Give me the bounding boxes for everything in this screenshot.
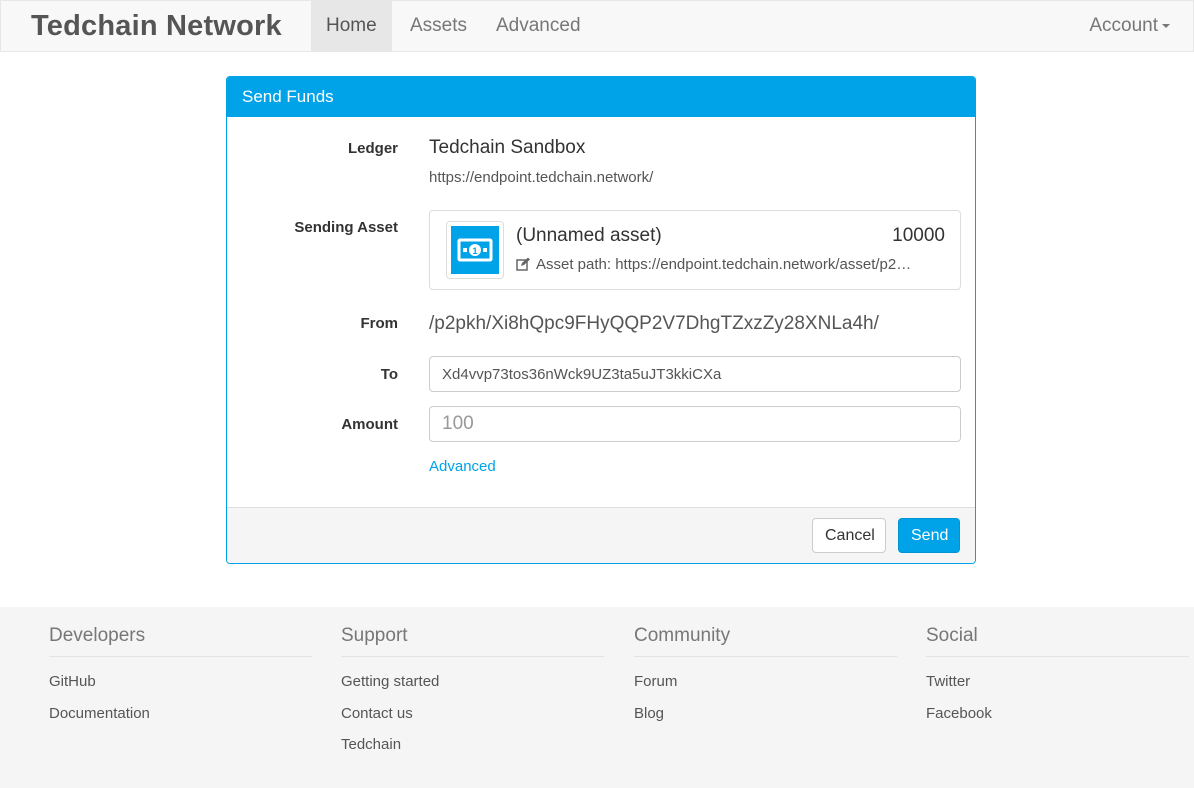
cancel-button[interactable]: Cancel: [812, 518, 886, 553]
ledger-label: Ledger: [347, 140, 398, 157]
footer-link-facebook[interactable]: Facebook: [926, 705, 1189, 737]
top-navbar: Tedchain Network Home Assets Advanced Ac…: [0, 0, 1194, 52]
banknote-icon: 1: [451, 226, 499, 274]
edit-icon: [516, 257, 530, 271]
footer-column-support: Support Getting started Contact us Tedch…: [341, 625, 604, 768]
footer-column-community: Community Forum Blog: [634, 625, 897, 736]
asset-card[interactable]: 1 (Unnamed asset) 10000 Asset path: http…: [429, 210, 961, 290]
asset-path-text: Asset path: https://endpoint.tedchain.ne…: [536, 256, 912, 273]
to-label: To: [380, 366, 398, 383]
footer-heading: Community: [634, 625, 897, 657]
footer-link-getting-started[interactable]: Getting started: [341, 673, 604, 705]
asset-path: Asset path: https://endpoint.tedchain.ne…: [516, 256, 911, 273]
footer-heading: Social: [926, 625, 1189, 657]
nav-assets[interactable]: Assets: [395, 1, 482, 51]
nav-advanced[interactable]: Advanced: [481, 1, 596, 51]
brand-logo[interactable]: Tedchain Network: [31, 10, 282, 43]
footer-link-contact-us[interactable]: Contact us: [341, 705, 604, 737]
asset-name: (Unnamed asset): [516, 225, 662, 246]
caret-down-icon: [1162, 23, 1170, 28]
from-label: From: [360, 315, 399, 332]
sending-asset-label: Sending Asset: [294, 219, 398, 236]
footer-link-github[interactable]: GitHub: [49, 673, 312, 705]
svg-text:1: 1: [472, 246, 477, 256]
send-button[interactable]: Send: [898, 518, 960, 553]
advanced-link[interactable]: Advanced: [429, 458, 496, 475]
account-label: Account: [1089, 15, 1158, 36]
panel-footer: Cancel Send: [227, 507, 975, 563]
amount-label: Amount: [341, 416, 398, 433]
panel-title: Send Funds: [227, 77, 975, 117]
send-funds-panel: Send Funds Ledger Tedchain Sandbox https…: [226, 76, 976, 564]
asset-thumbnail: 1: [446, 221, 504, 279]
ledger-name: Tedchain Sandbox: [429, 137, 586, 158]
from-address: /p2pkh/Xi8hQpc9FHyQQP2V7DhgTZxzZy28XNLa4…: [429, 313, 879, 334]
footer-link-forum[interactable]: Forum: [634, 673, 897, 705]
footer-column-social: Social Twitter Facebook: [926, 625, 1189, 736]
amount-input[interactable]: [429, 406, 961, 442]
footer-link-blog[interactable]: Blog: [634, 705, 897, 737]
asset-balance: 10000: [892, 225, 945, 246]
footer-link-documentation[interactable]: Documentation: [49, 705, 312, 737]
to-address-input[interactable]: [429, 356, 961, 392]
footer-heading: Support: [341, 625, 604, 657]
ledger-url: https://endpoint.tedchain.network/: [429, 169, 654, 186]
account-dropdown[interactable]: Account: [1074, 1, 1185, 51]
footer-heading: Developers: [49, 625, 312, 657]
footer-link-twitter[interactable]: Twitter: [926, 673, 1189, 705]
nav-home[interactable]: Home: [311, 1, 392, 51]
footer-column-developers: Developers GitHub Documentation: [49, 625, 312, 736]
site-footer: Developers GitHub Documentation Support …: [0, 607, 1194, 788]
footer-link-tedchain[interactable]: Tedchain: [341, 736, 604, 768]
